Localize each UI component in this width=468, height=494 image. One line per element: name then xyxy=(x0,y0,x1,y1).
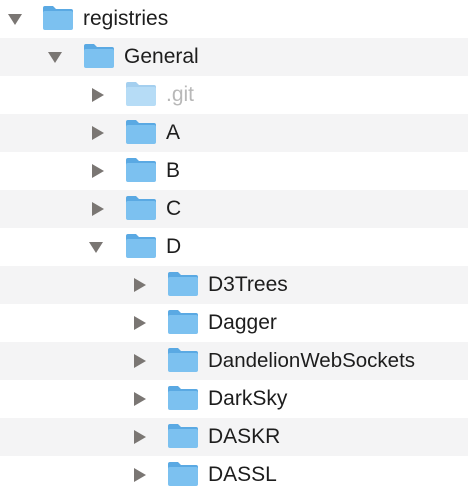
tree-row-registries[interactable]: registries xyxy=(0,0,468,38)
disclosure-expanded-icon[interactable] xyxy=(7,0,23,38)
tree-row-general[interactable]: General xyxy=(0,38,468,76)
folder-icon xyxy=(126,234,156,258)
disclosure-collapsed-icon[interactable] xyxy=(132,380,148,418)
disclosure-collapsed-icon[interactable] xyxy=(132,342,148,380)
folder-icon xyxy=(126,82,156,106)
folder-label-c: C xyxy=(166,197,182,220)
disclosure-collapsed-icon[interactable] xyxy=(132,304,148,342)
disclosure-expanded-icon[interactable] xyxy=(47,38,63,76)
folder-icon xyxy=(168,348,198,372)
folder-icon xyxy=(168,462,198,486)
folder-label-a: A xyxy=(166,121,181,144)
folder-icon xyxy=(168,424,198,448)
tree-row-d[interactable]: D xyxy=(0,228,468,266)
folder-label-d: D xyxy=(166,235,182,258)
tree-row-daskr[interactable]: DASKR xyxy=(0,418,468,456)
folder-label-d3trees: D3Trees xyxy=(208,273,288,296)
folder-icon xyxy=(43,6,73,30)
folder-icon xyxy=(126,158,156,182)
folder-icon xyxy=(168,310,198,334)
tree-row-b[interactable]: B xyxy=(0,152,468,190)
folder-label-dassl: DASSL xyxy=(208,463,277,486)
folder-icon xyxy=(84,44,114,68)
folder-icon xyxy=(126,120,156,144)
folder-label-dandelionwebsockets: DandelionWebSockets xyxy=(208,349,416,372)
folder-icon xyxy=(126,196,156,220)
tree-row-git[interactable]: .git xyxy=(0,76,468,114)
folder-label-general: General xyxy=(124,45,199,68)
folder-label-darksky: DarkSky xyxy=(208,387,288,410)
tree-row-dandelionwebsockets[interactable]: DandelionWebSockets xyxy=(0,342,468,380)
folder-label-registries: registries xyxy=(83,7,169,30)
disclosure-collapsed-icon[interactable] xyxy=(132,418,148,456)
tree-row-a[interactable]: A xyxy=(0,114,468,152)
tree-row-darksky[interactable]: DarkSky xyxy=(0,380,468,418)
disclosure-collapsed-icon[interactable] xyxy=(132,456,148,494)
folder-icon xyxy=(168,272,198,296)
folder-icon xyxy=(168,386,198,410)
folder-label-b: B xyxy=(166,159,181,182)
file-tree: registries General .git A B C D D3Trees … xyxy=(0,0,468,494)
disclosure-collapsed-icon[interactable] xyxy=(90,114,106,152)
folder-label-dagger: Dagger xyxy=(208,311,277,334)
tree-row-d3trees[interactable]: D3Trees xyxy=(0,266,468,304)
disclosure-collapsed-icon[interactable] xyxy=(132,266,148,304)
folder-label-daskr: DASKR xyxy=(208,425,281,448)
disclosure-expanded-icon[interactable] xyxy=(88,228,104,266)
disclosure-collapsed-icon[interactable] xyxy=(90,152,106,190)
disclosure-collapsed-icon[interactable] xyxy=(90,76,106,114)
folder-label-git: .git xyxy=(166,83,195,106)
tree-row-dassl[interactable]: DASSL xyxy=(0,456,468,494)
disclosure-collapsed-icon[interactable] xyxy=(90,190,106,228)
tree-row-dagger[interactable]: Dagger xyxy=(0,304,468,342)
tree-row-c[interactable]: C xyxy=(0,190,468,228)
